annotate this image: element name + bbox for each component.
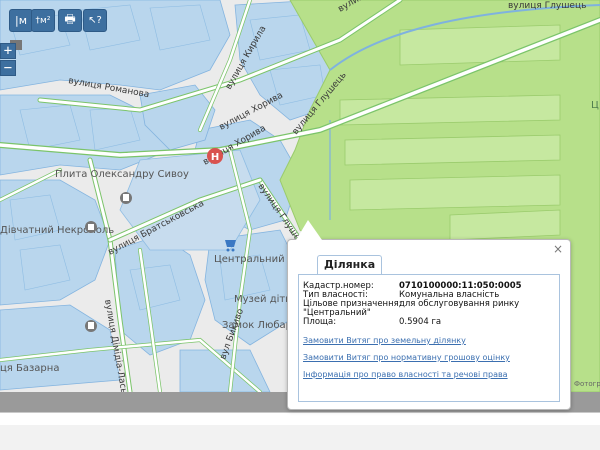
- field-label: Площа:: [303, 317, 337, 327]
- shopping-cart-icon[interactable]: [225, 240, 236, 252]
- street-label: вулиця Хорива: [218, 91, 285, 133]
- place-label: Плита Олександру Сивоу: [55, 169, 189, 180]
- order-land-extract-link[interactable]: Замовити Витяг про земельну ділянку: [303, 336, 466, 345]
- street-label: вулиця Кожний Вал: [337, 0, 424, 15]
- attribution-text: Фотографі: [574, 380, 600, 388]
- print-button[interactable]: 🖶: [58, 9, 82, 32]
- popup-pointer: [296, 220, 322, 240]
- cursor-question-icon: ↖?: [88, 15, 102, 26]
- hospital-icon[interactable]: H: [207, 148, 223, 164]
- field-value: для обслуговування ринку: [399, 299, 520, 309]
- street-label: вулиця Кирила: [224, 24, 269, 91]
- street-label: вулиця Романова: [67, 76, 150, 100]
- parcel-info-panel: Кадастр.номер: 0710100000:11:050:0005 Ти…: [298, 274, 560, 402]
- parcel-popup: × Ділянка Кадастр.номер: 0710100000:11:0…: [287, 220, 571, 410]
- status-bar: [0, 412, 600, 425]
- place-label: Центральний р: [214, 254, 294, 265]
- tab-parcel[interactable]: Ділянка: [317, 255, 383, 274]
- area-ruler-icon: †м²: [35, 15, 51, 26]
- identify-button[interactable]: ↖?: [83, 9, 107, 32]
- street-label: вул Бикиво: [218, 307, 246, 361]
- church-icon[interactable]: [85, 221, 97, 233]
- church-icon[interactable]: [85, 320, 97, 332]
- zoom-out-button[interactable]: −: [0, 60, 16, 76]
- street-label: вулиця Глушець: [291, 70, 349, 136]
- place-label: Дівчатний Некрополь: [0, 224, 114, 236]
- ruler-icon: |м: [14, 14, 27, 27]
- zoom-in-button[interactable]: +: [0, 43, 16, 59]
- street-label: вулиця Глушець: [508, 1, 586, 11]
- place-label: ця Базарна: [0, 363, 59, 374]
- printer-icon: 🖶: [64, 12, 76, 26]
- measure-area-button[interactable]: †м²: [31, 9, 55, 32]
- close-icon[interactable]: ×: [552, 243, 564, 255]
- field-value: 0.5904 га: [399, 317, 442, 327]
- place-label: Музей діти: [234, 293, 292, 305]
- street-label: вулиця Братськовська: [107, 199, 206, 258]
- svg-text:H: H: [211, 152, 219, 163]
- park-label: Ц: [591, 100, 599, 111]
- monument-icon[interactable]: [120, 192, 132, 204]
- street-label: вулиця Дімідіа-Ласьце: [102, 299, 131, 392]
- ownership-info-link[interactable]: Інформація про право власності та речові…: [303, 370, 508, 379]
- measure-length-button[interactable]: |м: [9, 9, 33, 32]
- order-valuation-extract-link[interactable]: Замовити Витяг про нормативну грошову оц…: [303, 353, 510, 362]
